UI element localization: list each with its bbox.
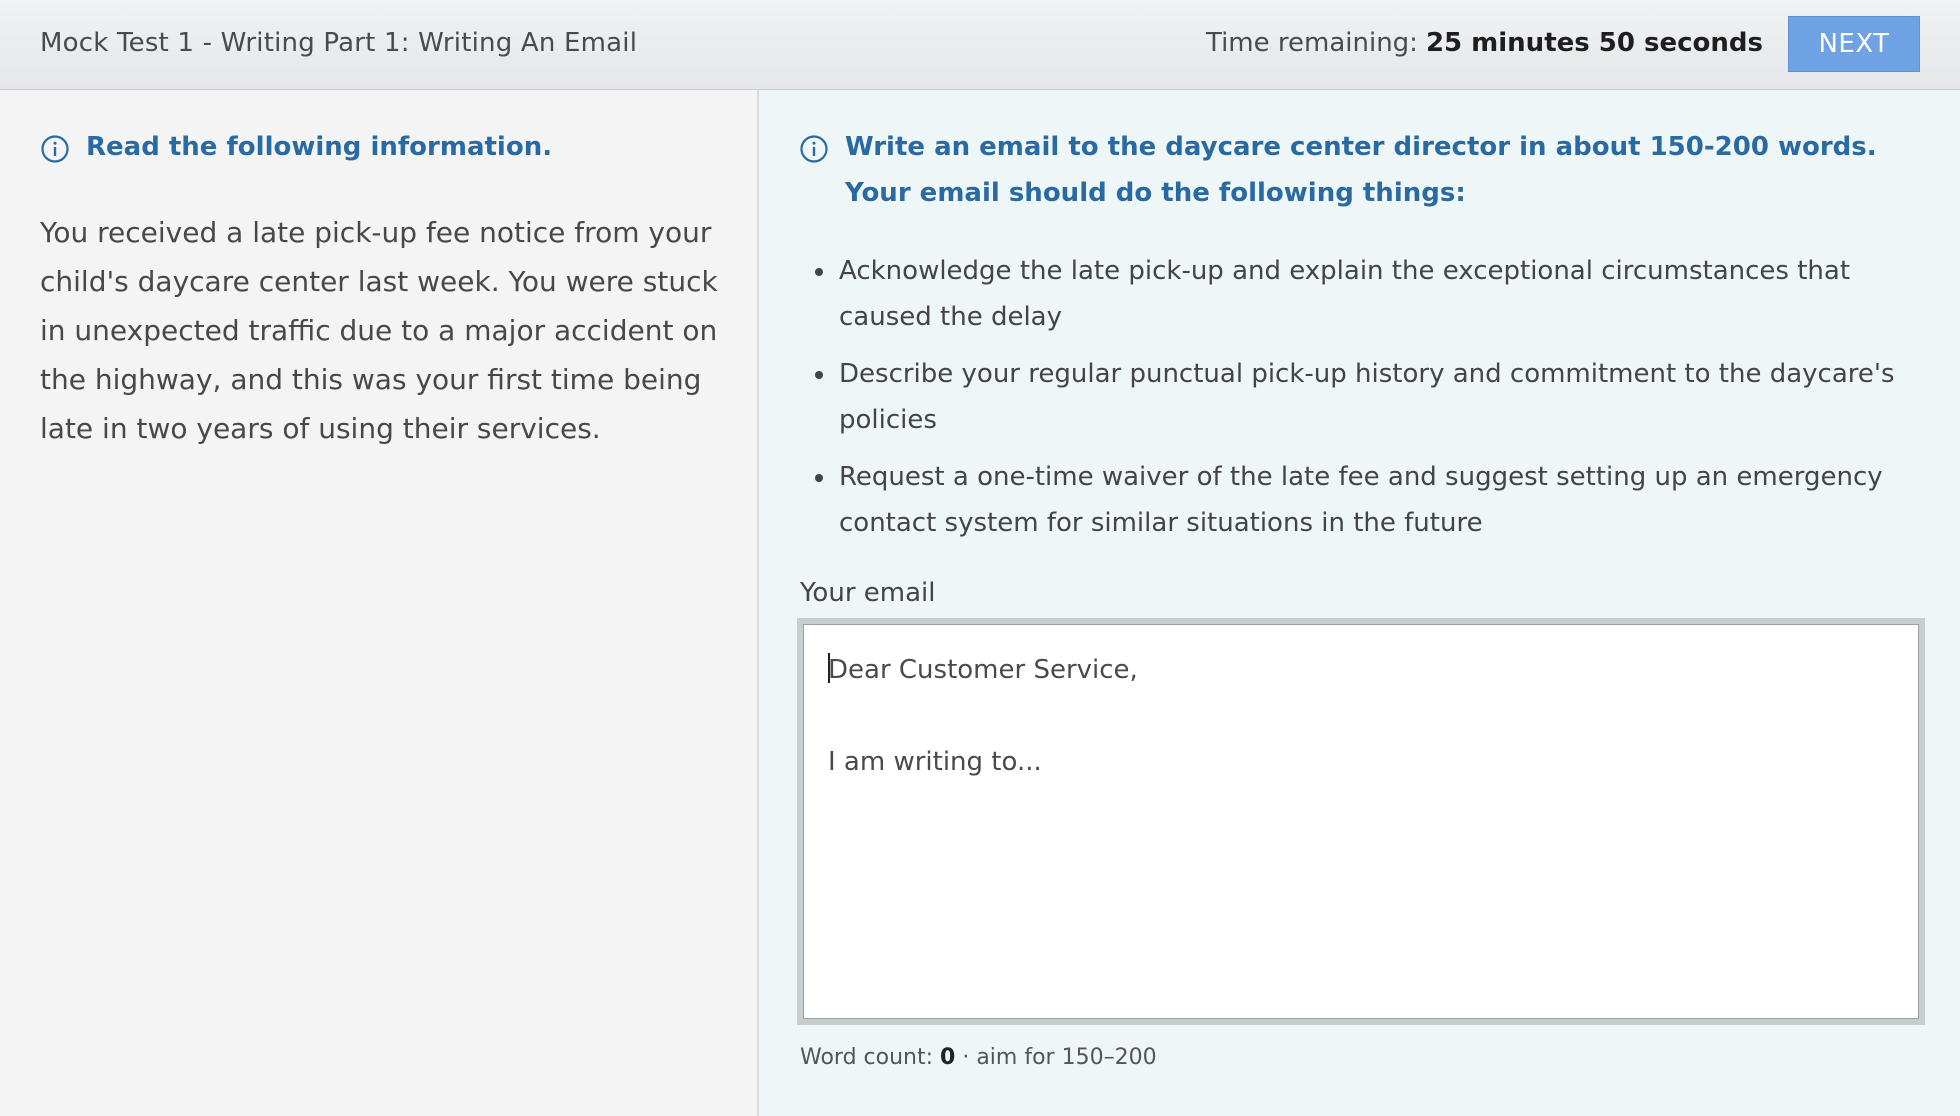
next-button[interactable]: NEXT <box>1788 16 1920 72</box>
information-panel: Read the following information. You rece… <box>0 90 759 1116</box>
task-panel: Write an email to the daycare center dir… <box>759 90 1960 1116</box>
time-remaining: Time remaining: 25 minutes 50 seconds <box>1206 28 1763 58</box>
word-count: Word count: 0 · aim for 150–200 <box>800 1045 1157 1070</box>
list-item: Request a one-time waiver of the late fe… <box>799 454 1929 546</box>
word-count-hint: · aim for 150–200 <box>962 1045 1157 1070</box>
email-text: Dear Customer Service, I am writing to..… <box>828 655 1138 777</box>
word-count-label: Word count: <box>800 1045 934 1070</box>
page-title: Mock Test 1 - Writing Part 1: Writing An… <box>40 28 638 58</box>
list-item: Acknowledge the late pick-up and explain… <box>799 248 1929 340</box>
task-heading-row: Write an email to the daycare center dir… <box>799 130 1929 216</box>
information-heading-row: Read the following information. <box>40 130 720 164</box>
email-label: Your email <box>800 578 936 608</box>
situation-text: You received a late pick-up fee notice f… <box>40 216 718 445</box>
task-requirements-list: Acknowledge the late pick-up and explain… <box>799 248 1929 557</box>
top-bar: Mock Test 1 - Writing Part 1: Writing An… <box>0 0 1960 90</box>
word-count-value: 0 <box>940 1045 956 1070</box>
task-instructions: Write an email to the daycare center dir… <box>845 132 1877 208</box>
timer-value: 25 minutes 50 seconds <box>1425 28 1763 58</box>
timer-label: Time remaining: <box>1206 28 1418 58</box>
email-text-content[interactable]: Dear Customer Service, I am writing to..… <box>803 624 1919 1019</box>
info-circle-icon <box>800 135 828 163</box>
email-textarea[interactable]: Dear Customer Service, I am writing to..… <box>797 618 1925 1025</box>
information-heading: Read the following information. <box>86 132 553 162</box>
info-circle-icon <box>41 135 69 163</box>
list-item: Describe your regular punctual pick-up h… <box>799 351 1929 443</box>
